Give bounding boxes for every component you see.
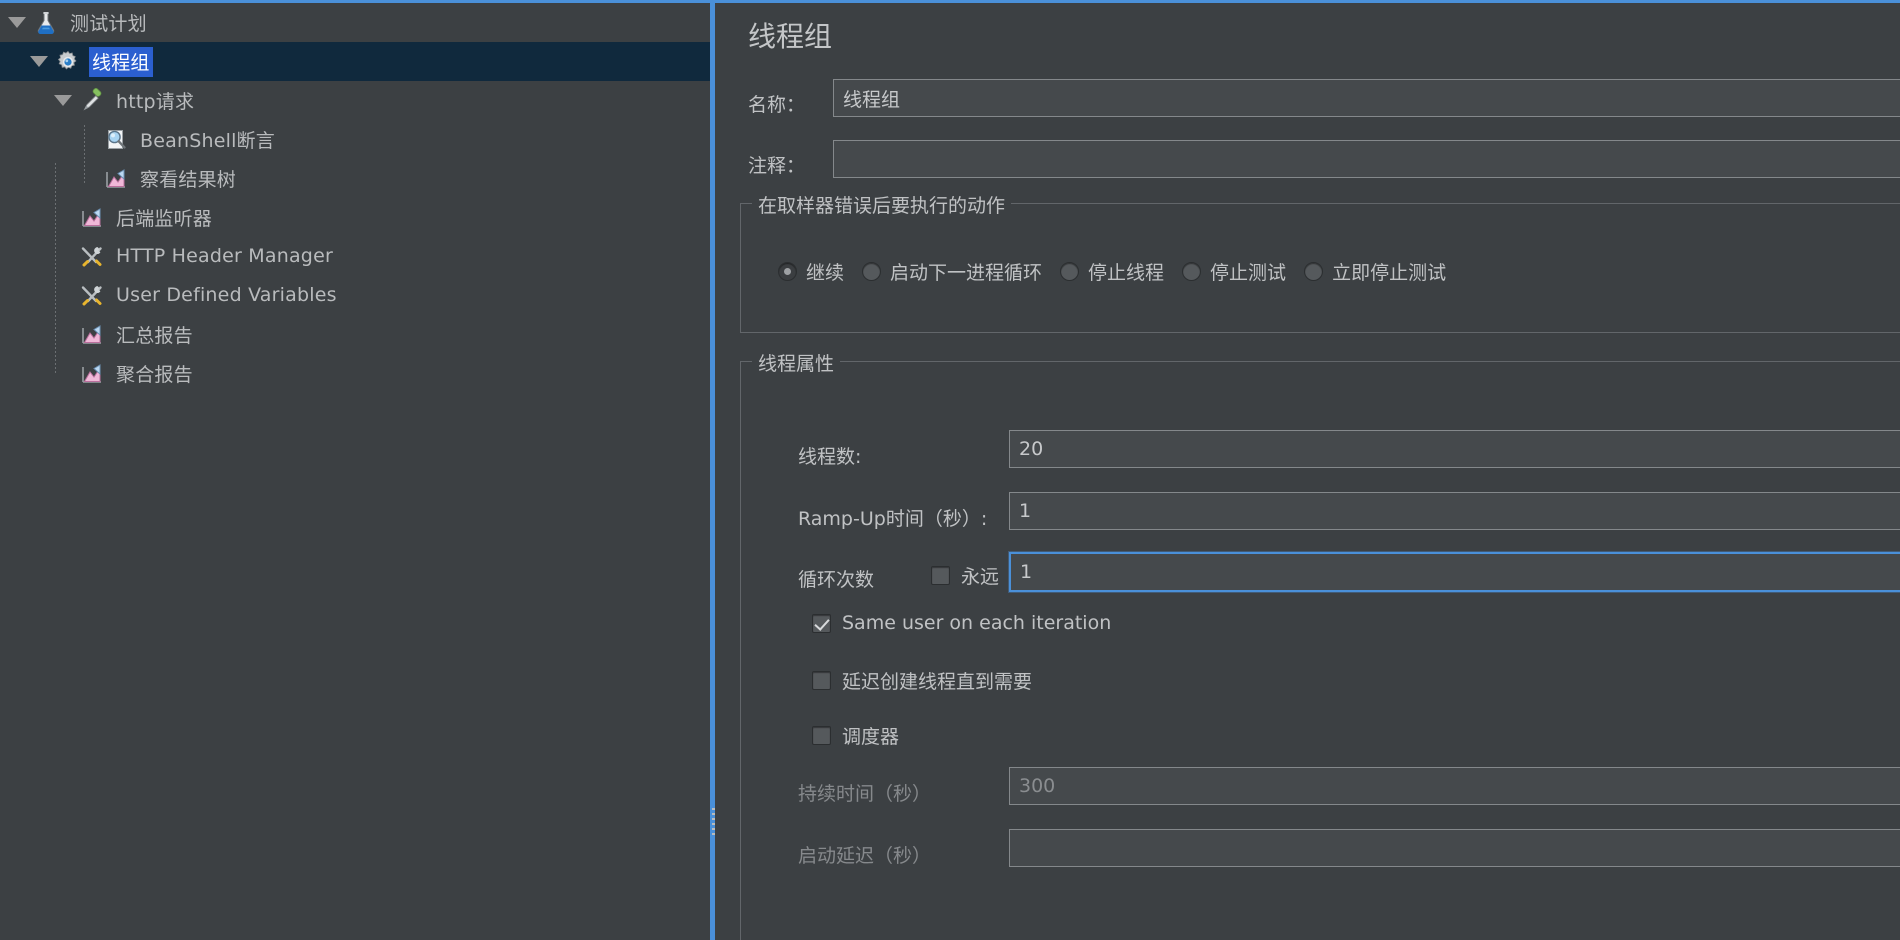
tree-item-label: 线程组	[89, 46, 153, 77]
scheduler-label: 调度器	[842, 726, 900, 748]
radio-stop-test-now[interactable]: 立即停止测试	[1304, 258, 1446, 285]
thread-properties-group: 线程属性 线程数: Ramp-Up时间（秒）: 循环次数 永远 Same use…	[740, 349, 1900, 940]
tree-item-aggregate-report[interactable]: 聚合报告	[0, 354, 710, 393]
radio-label: 启动下一进程循环	[890, 262, 1043, 284]
magnifier-document-icon	[103, 127, 129, 153]
comment-input[interactable]	[833, 140, 1900, 178]
forever-label: 永远	[961, 566, 1000, 588]
tree-item-http-request[interactable]: http请求	[0, 81, 710, 120]
scheduler-checkbox[interactable]: 调度器	[812, 722, 899, 749]
radio-mark-icon	[1182, 262, 1202, 281]
radio-mark-icon	[778, 262, 797, 281]
test-plan-tree[interactable]: 测试计划 线程组 http请求 BeanShell断言 察看结果树 后端监听器 …	[0, 3, 710, 940]
tree-item-label: 测试计划	[70, 12, 147, 35]
tree-item-http-header-manager[interactable]: HTTP Header Manager	[0, 237, 710, 276]
chevron-down-icon[interactable]	[8, 17, 26, 28]
radio-mark-icon	[1304, 262, 1324, 281]
name-input[interactable]	[833, 79, 1900, 117]
sampler-error-action-group: 在取样器错误后要执行的动作 继续 启动下一进程循环 停止线程 停止测试 立即停止…	[740, 191, 1900, 333]
startup-delay-label: 启动延迟（秒）	[798, 845, 932, 867]
radio-continue[interactable]: 继续	[778, 258, 844, 285]
flask-icon	[33, 10, 59, 36]
sampler-error-action-group-title: 在取样器错误后要执行的动作	[752, 191, 1012, 218]
pipette-icon	[79, 87, 105, 114]
jmeter-window: 测试计划 线程组 http请求 BeanShell断言 察看结果树 后端监听器 …	[0, 0, 1900, 940]
chart-icon	[79, 205, 105, 231]
chevron-down-icon[interactable]	[30, 56, 48, 67]
radio-stop-test[interactable]: 停止测试	[1182, 258, 1286, 285]
error-action-radio-group[interactable]: 继续 启动下一进程循环 停止线程 停止测试 立即停止测试	[778, 258, 1464, 285]
radio-label: 停止线程	[1088, 262, 1165, 284]
loops-label: 循环次数	[798, 569, 875, 591]
startup-delay-input[interactable]	[1009, 829, 1900, 867]
duration-input[interactable]	[1009, 767, 1900, 805]
chart-icon	[79, 322, 105, 348]
checkbox-mark-icon	[812, 613, 831, 633]
tree-item-label: 察看结果树	[140, 168, 237, 191]
radio-label: 立即停止测试	[1332, 262, 1447, 284]
chevron-down-icon[interactable]	[54, 95, 72, 106]
radio-start-next-loop[interactable]: 启动下一进程循环	[862, 258, 1042, 285]
tree-item-backend-listener[interactable]: 后端监听器	[0, 198, 710, 237]
comment-label: 注释：	[748, 155, 806, 177]
delayed-start-label: 延迟创建线程直到需要	[842, 671, 1033, 693]
tree-item-label: HTTP Header Manager	[116, 245, 333, 267]
tree-item-label: BeanShell断言	[140, 129, 275, 152]
duration-label: 持续时间（秒）	[798, 783, 932, 805]
tree-item-label: 后端监听器	[116, 207, 213, 230]
tree-item-label: 汇总报告	[116, 324, 193, 347]
radio-stop-thread[interactable]: 停止线程	[1060, 258, 1164, 285]
tools-icon	[79, 244, 105, 270]
delayed-start-checkbox[interactable]: 延迟创建线程直到需要	[812, 667, 1032, 694]
radio-mark-icon	[862, 262, 882, 281]
tree-item-beanshell-assertion[interactable]: BeanShell断言	[0, 120, 710, 159]
radio-label: 继续	[806, 262, 845, 284]
chart-icon	[79, 361, 105, 387]
forever-checkbox[interactable]: 永远	[931, 562, 999, 589]
radio-mark-icon	[1060, 262, 1080, 281]
tree-item-label: User Defined Variables	[116, 284, 337, 306]
tree-item-view-results-tree[interactable]: 察看结果树	[0, 159, 710, 198]
gear-icon	[55, 49, 81, 75]
threads-input[interactable]	[1009, 430, 1900, 468]
thread-properties-group-title: 线程属性	[752, 349, 841, 376]
checkbox-mark-icon	[931, 566, 950, 585]
checkbox-mark-icon	[812, 726, 831, 745]
tree-item-summary-report[interactable]: 汇总报告	[0, 315, 710, 354]
tree-item-user-defined-variables[interactable]: User Defined Variables	[0, 276, 710, 315]
same-user-checkbox[interactable]: Same user on each iteration	[812, 612, 1111, 634]
loops-input[interactable]	[1009, 552, 1900, 592]
checkbox-mark-icon	[812, 671, 831, 690]
threads-label: 线程数:	[798, 446, 862, 468]
rampup-label: Ramp-Up时间（秒）:	[798, 508, 988, 530]
tree-item-test-plan[interactable]: 测试计划	[0, 3, 710, 42]
tree-item-thread-group[interactable]: 线程组	[0, 42, 710, 81]
page-title: 线程组	[748, 20, 833, 53]
chart-icon	[103, 166, 129, 192]
tools-icon	[79, 283, 105, 309]
tree-item-label: http请求	[116, 90, 195, 113]
radio-label: 停止测试	[1210, 262, 1287, 284]
thread-group-editor: 线程组 名称： 注释： 在取样器错误后要执行的动作 继续 启动下一进程循环	[715, 3, 1900, 940]
same-user-label: Same user on each iteration	[842, 612, 1112, 634]
rampup-input[interactable]	[1009, 492, 1900, 530]
name-label: 名称：	[748, 94, 806, 116]
tree-item-label: 聚合报告	[116, 363, 193, 386]
